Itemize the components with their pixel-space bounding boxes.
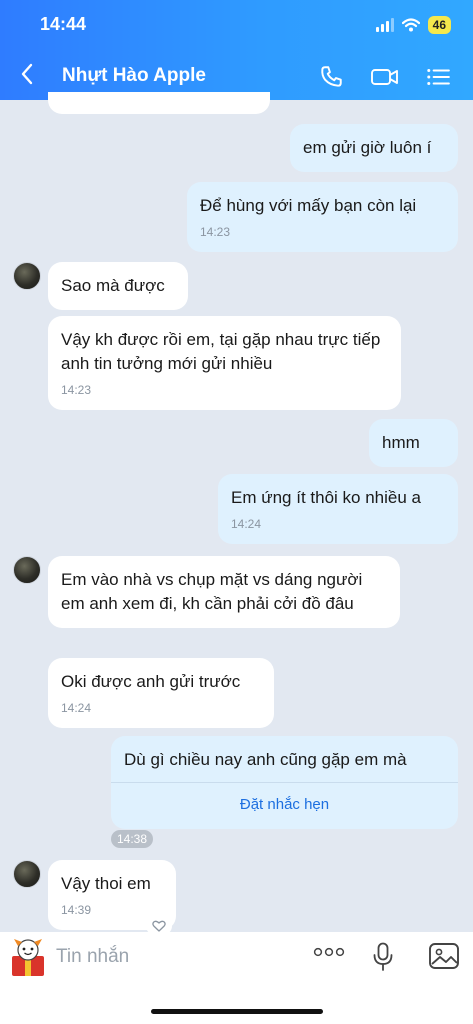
- message-time: 14:24: [231, 517, 262, 531]
- menu-list-icon[interactable]: [425, 64, 451, 90]
- message-text: Sao mà được: [61, 276, 165, 295]
- message-bubble-outgoing[interactable]: em gửi giờ luôn í: [290, 124, 458, 172]
- message-bubble-incoming[interactable]: Oki được anh gửi trước 14:24: [48, 658, 274, 728]
- message-composer: Tin nhắn: [0, 932, 473, 1024]
- wifi-icon: [401, 18, 420, 32]
- message-bubble-incoming[interactable]: Sao mà được: [48, 262, 188, 310]
- message-text: Oki được anh gửi trước: [61, 672, 241, 691]
- status-time: 14:44: [40, 14, 87, 34]
- message-time: 14:23: [200, 225, 231, 239]
- message-text: Vậy kh được rồi em, tại gặp nhau trực ti…: [61, 330, 381, 373]
- status-indicators: 46: [375, 16, 451, 34]
- contact-avatar[interactable]: [13, 556, 41, 584]
- message-bubble-outgoing[interactable]: Em ứng ít thôi ko nhiều a 14:24: [218, 474, 458, 544]
- message-text: Vậy thoi em: [61, 874, 151, 893]
- message-time: 14:24: [61, 701, 92, 715]
- back-chevron-icon[interactable]: [20, 62, 34, 86]
- chat-header: 14:44 46 Nhựt Hào Apple: [0, 0, 473, 100]
- nav-bar: Nhựt Hào Apple: [0, 56, 473, 96]
- message-text: Dù gì chiều nay anh cũng gặp em mà: [124, 750, 407, 769]
- message-text: Em vào nhà vs chụp mặt vs dáng người em …: [61, 570, 363, 613]
- message-text: em gửi giờ luôn í: [303, 138, 432, 157]
- message-time: 14:23: [61, 383, 92, 397]
- sticker-icon[interactable]: [9, 936, 47, 978]
- heart-icon: [152, 920, 166, 932]
- more-icon[interactable]: [313, 946, 345, 958]
- clipped-message-bubble: [48, 92, 270, 114]
- phone-icon[interactable]: [318, 64, 344, 90]
- home-indicator: [151, 1009, 323, 1014]
- status-bar: 14:44 46: [0, 14, 473, 38]
- message-bubble-incoming[interactable]: Vậy kh được rồi em, tại gặp nhau trực ti…: [48, 316, 401, 410]
- set-reminder-button[interactable]: Đặt nhắc hẹn: [124, 783, 445, 817]
- message-bubble-incoming[interactable]: Em vào nhà vs chụp mặt vs dáng người em …: [48, 556, 400, 628]
- message-bubble-outgoing[interactable]: Dù gì chiều nay anh cũng gặp em mà Đặt n…: [111, 736, 458, 829]
- message-time: 14:38: [111, 830, 154, 848]
- microphone-icon[interactable]: [372, 942, 394, 972]
- contact-avatar[interactable]: [13, 860, 41, 888]
- video-call-icon[interactable]: [370, 64, 400, 90]
- image-icon[interactable]: [428, 942, 460, 970]
- battery-indicator: 46: [427, 16, 451, 34]
- cellular-signal-icon: [375, 18, 394, 32]
- message-input[interactable]: Tin nhắn: [56, 946, 129, 968]
- message-bubble-outgoing[interactable]: hmm: [369, 419, 458, 467]
- contact-avatar[interactable]: [13, 262, 41, 290]
- message-text: Em ứng ít thôi ko nhiều a: [231, 488, 421, 507]
- message-text: Để hùng với mấy bạn còn lại: [200, 196, 417, 215]
- message-text: hmm: [382, 433, 420, 452]
- message-bubble-outgoing[interactable]: Để hùng với mấy bạn còn lại 14:23: [187, 182, 458, 252]
- contact-name[interactable]: Nhựt Hào Apple: [62, 65, 206, 87]
- message-time: 14:39: [61, 903, 92, 917]
